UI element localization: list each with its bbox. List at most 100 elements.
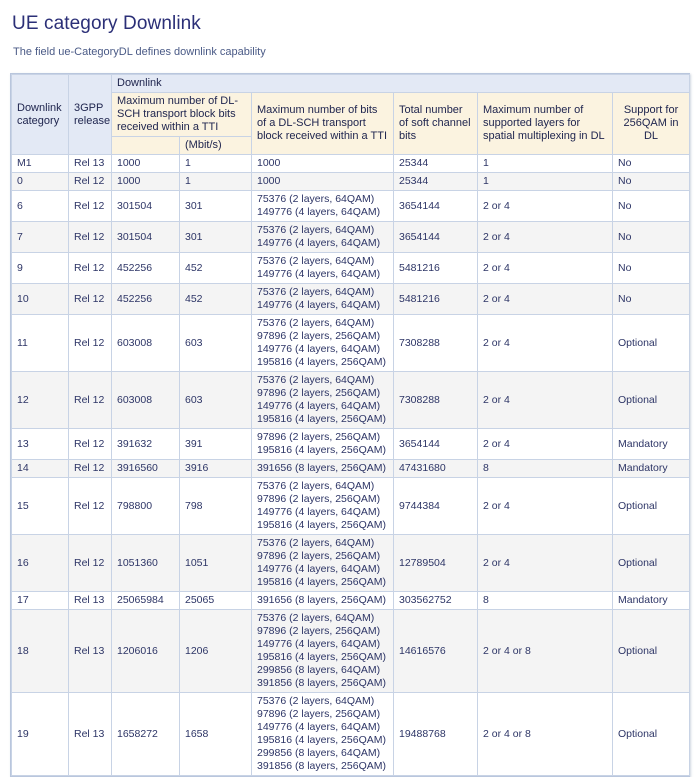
cell-release: Rel 13 [69,155,112,173]
cell-max-dlsch-bits: 301504 [112,222,180,253]
cell-line: 299856 (8 layers, 64QAM) [257,664,388,677]
table-row: 13Rel 1239163239197896 (2 layers, 256QAM… [12,429,690,460]
cell-soft-channel-bits: 12789504 [394,535,478,592]
cell-line: 75376 (2 layers, 64QAM) [257,612,388,625]
cell-line: 75376 (2 layers, 64QAM) [257,255,388,268]
cell-max-dlsch-mbits: 603 [180,372,252,429]
cell-support-256qam: No [613,155,690,173]
cell-dl-category: 6 [12,191,69,222]
cell-line: 149776 (4 layers, 64QAM) [257,563,388,576]
cell-line: 149776 (4 layers, 64QAM) [257,721,388,734]
cell-soft-channel-bits: 7308288 [394,315,478,372]
cell-soft-channel-bits: 7308288 [394,372,478,429]
cell-release: Rel 12 [69,284,112,315]
cell-max-dlsch-bits: 603008 [112,315,180,372]
cell-max-bits-single-tb: 75376 (2 layers, 64QAM)97896 (2 layers, … [252,693,394,776]
cell-max-dlsch-bits: 1658272 [112,693,180,776]
cell-release: Rel 12 [69,429,112,460]
cell-max-bits-single-tb: 75376 (2 layers, 64QAM)97896 (2 layers, … [252,478,394,535]
table-row: 14Rel 1239165603916391656 (8 layers, 256… [12,460,690,478]
cell-max-bits-single-tb: 75376 (2 layers, 64QAM)97896 (2 layers, … [252,610,394,693]
cell-max-layers: 2 or 4 [478,284,613,315]
table-row: 10Rel 1245225645275376 (2 layers, 64QAM)… [12,284,690,315]
page-subtitle: The field ue-CategoryDL defines downlink… [13,45,690,59]
cell-max-dlsch-bits: 1000 [112,173,180,191]
cell-support-256qam: No [613,222,690,253]
cell-max-dlsch-bits: 301504 [112,191,180,222]
cell-max-dlsch-mbits: 1051 [180,535,252,592]
cell-max-dlsch-mbits: 1206 [180,610,252,693]
column-header-downlink-category: Downlink category [12,75,69,155]
cell-max-dlsch-mbits: 798 [180,478,252,535]
cell-line: 97896 (2 layers, 256QAM) [257,493,388,506]
cell-max-layers: 1 [478,173,613,191]
cell-max-dlsch-bits: 25065984 [112,592,180,610]
cell-max-layers: 2 or 4 or 8 [478,693,613,776]
cell-line: 149776 (4 layers, 64QAM) [257,638,388,651]
cell-max-dlsch-bits: 603008 [112,372,180,429]
column-header-max-dlsch-transport-block-bits: Maximum number of DL-SCH transport block… [112,93,252,137]
cell-line: 75376 (2 layers, 64QAM) [257,317,388,330]
table-row: 6Rel 1230150430175376 (2 layers, 64QAM)1… [12,191,690,222]
cell-release: Rel 12 [69,460,112,478]
cell-soft-channel-bits: 47431680 [394,460,478,478]
cell-max-dlsch-bits: 798800 [112,478,180,535]
cell-line: 75376 (2 layers, 64QAM) [257,286,388,299]
cell-support-256qam: Optional [613,693,690,776]
cell-dl-category: 0 [12,173,69,191]
cell-soft-channel-bits: 303562752 [394,592,478,610]
cell-support-256qam: Mandatory [613,460,690,478]
cell-max-layers: 2 or 4 [478,222,613,253]
cell-line: 97896 (2 layers, 256QAM) [257,550,388,563]
cell-soft-channel-bits: 3654144 [394,191,478,222]
group-header-downlink: Downlink [112,75,690,93]
cell-dl-category: 15 [12,478,69,535]
cell-max-dlsch-bits: 452256 [112,253,180,284]
cell-support-256qam: Optional [613,535,690,592]
column-header-bits-unit-blank [112,137,180,155]
cell-soft-channel-bits: 9744384 [394,478,478,535]
cell-line: 299856 (8 layers, 64QAM) [257,747,388,760]
cell-line: 75376 (2 layers, 64QAM) [257,480,388,493]
cell-soft-channel-bits: 19488768 [394,693,478,776]
cell-max-layers: 2 or 4 [478,315,613,372]
column-header-3gpp-release: 3GPP release [69,75,112,155]
cell-line: 149776 (4 layers, 64QAM) [257,400,388,413]
column-header-mbits-unit: (Mbit/s) [180,137,252,155]
cell-support-256qam: No [613,284,690,315]
table-row: 7Rel 1230150430175376 (2 layers, 64QAM)1… [12,222,690,253]
ue-category-downlink-table-container: Downlink category 3GPP release Downlink … [10,73,690,777]
cell-max-dlsch-mbits: 301 [180,222,252,253]
cell-max-bits-single-tb: 75376 (2 layers, 64QAM)97896 (2 layers, … [252,315,394,372]
cell-max-dlsch-mbits: 3916 [180,460,252,478]
cell-line: 75376 (2 layers, 64QAM) [257,537,388,550]
cell-line: 149776 (4 layers, 64QAM) [257,299,388,312]
cell-support-256qam: Optional [613,372,690,429]
cell-max-dlsch-bits: 1051360 [112,535,180,592]
cell-line: 149776 (4 layers, 64QAM) [257,268,388,281]
cell-soft-channel-bits: 5481216 [394,253,478,284]
cell-max-layers: 8 [478,460,613,478]
cell-max-dlsch-mbits: 1 [180,155,252,173]
cell-max-dlsch-mbits: 301 [180,191,252,222]
cell-release: Rel 12 [69,222,112,253]
cell-line: 149776 (4 layers, 64QAM) [257,343,388,356]
cell-line: 149776 (4 layers, 64QAM) [257,237,388,250]
cell-soft-channel-bits: 3654144 [394,222,478,253]
cell-dl-category: 10 [12,284,69,315]
cell-release: Rel 12 [69,173,112,191]
cell-line: 391656 (8 layers, 256QAM) [257,462,388,475]
cell-release: Rel 12 [69,315,112,372]
cell-max-dlsch-bits: 1206016 [112,610,180,693]
cell-max-layers: 8 [478,592,613,610]
cell-line: 195816 (4 layers, 256QAM) [257,519,388,532]
cell-max-dlsch-mbits: 25065 [180,592,252,610]
cell-release: Rel 12 [69,372,112,429]
cell-soft-channel-bits: 5481216 [394,284,478,315]
cell-support-256qam: No [613,253,690,284]
cell-line: 195816 (4 layers, 256QAM) [257,356,388,369]
cell-line: 1000 [257,175,388,188]
column-header-max-supported-layers: Maximum number of supported layers for s… [478,93,613,155]
cell-soft-channel-bits: 25344 [394,155,478,173]
cell-line: 75376 (2 layers, 64QAM) [257,374,388,387]
